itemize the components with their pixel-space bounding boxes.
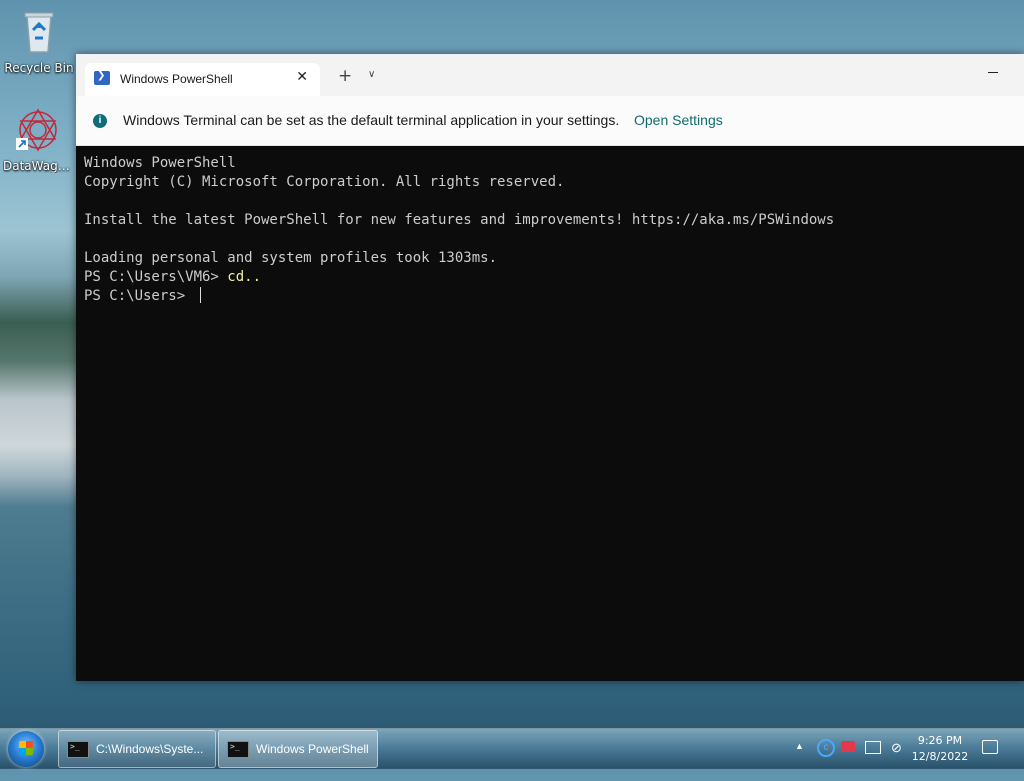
prompt: PS C:\Users>: [84, 288, 194, 304]
minimize-button[interactable]: [988, 72, 998, 73]
taskbar-item-label: C:\Windows\Syste...: [96, 742, 204, 756]
tab-title: Windows PowerShell: [120, 72, 233, 86]
recycle-bin-icon: [24, 12, 54, 53]
cmd-icon: [67, 741, 89, 758]
tab-windows-powershell[interactable]: Windows PowerShell ✕: [85, 63, 320, 96]
console-output[interactable]: Windows PowerShell Copyright (C) Microso…: [76, 146, 1024, 681]
chevron-down-icon[interactable]: ∨: [368, 69, 375, 80]
clock-date: 12/8/2022: [911, 750, 969, 763]
info-icon: i: [93, 114, 107, 128]
info-message: Windows Terminal can be set as the defau…: [123, 112, 620, 128]
datawagon-desktop-icon[interactable]: DataWagon...: [3, 106, 73, 173]
console-prompt-line: PS C:\Users>: [84, 287, 1024, 306]
recycle-bin-label: Recycle Bin: [4, 61, 74, 75]
taskbar-item-cmd[interactable]: C:\Windows\Syste...: [58, 730, 216, 768]
close-tab-icon[interactable]: ✕: [296, 69, 308, 85]
network-icon[interactable]: [865, 741, 881, 754]
console-line: Install the latest PowerShell for new fe…: [84, 212, 835, 228]
camera-icon[interactable]: [841, 741, 855, 752]
info-bar: i Windows Terminal can be set as the def…: [76, 96, 1024, 146]
c-app-icon[interactable]: c: [817, 739, 835, 757]
console-line: Copyright (C) Microsoft Corporation. All…: [84, 174, 565, 190]
taskbar: C:\Windows\Syste... Windows PowerShell ▲…: [0, 728, 1024, 769]
clock-time: 9:26 PM: [917, 734, 963, 747]
title-bar: Windows PowerShell ✕ + ∨: [76, 54, 1024, 96]
taskbar-item-label: Windows PowerShell: [256, 742, 369, 756]
show-hidden-icons-icon[interactable]: ▲: [795, 741, 804, 781]
open-settings-link[interactable]: Open Settings: [634, 112, 723, 128]
taskbar-item-powershell[interactable]: Windows PowerShell: [218, 730, 378, 768]
powershell-taskbar-icon: [227, 741, 249, 758]
text-cursor: [199, 287, 201, 303]
powershell-icon: [94, 70, 110, 85]
datawagon-shortcut-icon: [16, 108, 57, 152]
command: cd..: [227, 269, 262, 285]
new-tab-icon[interactable]: +: [338, 66, 352, 86]
datawagon-label: DataWagon...: [3, 159, 73, 173]
recycle-bin-desktop-icon[interactable]: Recycle Bin: [4, 8, 74, 75]
console-line: Windows PowerShell: [84, 155, 236, 171]
console-line: Loading personal and system profiles too…: [84, 250, 498, 266]
clock[interactable]: 9:26 PM 12/8/2022: [910, 733, 970, 765]
prompt: PS C:\Users\VM6>: [84, 269, 228, 285]
start-button[interactable]: [8, 731, 44, 767]
power-icon[interactable]: ⊘: [891, 740, 902, 780]
terminal-window: Windows PowerShell ✕ + ∨ i Windows Termi…: [76, 54, 1024, 681]
notification-icon[interactable]: [982, 740, 998, 754]
console-prompt-line: PS C:\Users\VM6> cd..: [84, 268, 1024, 287]
